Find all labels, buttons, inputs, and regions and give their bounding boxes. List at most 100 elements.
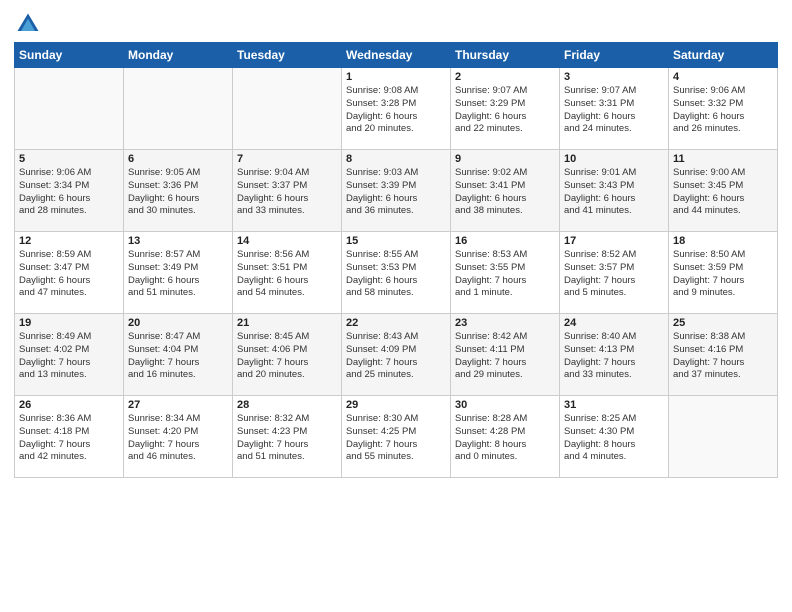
day-info: Sunrise: 8:34 AM Sunset: 4:20 PM Dayligh… bbox=[128, 413, 228, 464]
day-number: 28 bbox=[237, 399, 337, 411]
calendar-cell: 31 Sunrise: 8:25 AM Sunset: 4:30 PM Dayli… bbox=[560, 396, 669, 478]
day-info: Sunrise: 8:55 AM Sunset: 3:53 PM Dayligh… bbox=[346, 249, 446, 300]
calendar-cell: 7 Sunrise: 9:04 AM Sunset: 3:37 PM Daylig… bbox=[233, 150, 342, 232]
day-info: Sunrise: 8:42 AM Sunset: 4:11 PM Dayligh… bbox=[455, 331, 555, 382]
day-info: Sunrise: 8:38 AM Sunset: 4:16 PM Dayligh… bbox=[673, 331, 773, 382]
calendar-cell: 29Sunrise: 8:30 AM Sunset: 4:25 PM Dayli… bbox=[342, 396, 451, 478]
calendar-cell: 26 Sunrise: 8:36 AM Sunset: 4:18 PM Dayli… bbox=[15, 396, 124, 478]
day-info: Sunrise: 8:36 AM Sunset: 4:18 PM Dayligh… bbox=[19, 413, 119, 464]
day-info: Sunrise: 8:25 AM Sunset: 4:30 PM Dayligh… bbox=[564, 413, 664, 464]
day-number: 30 bbox=[455, 399, 555, 411]
day-number: 16 bbox=[455, 235, 555, 247]
weekday-header-tuesday: Tuesday bbox=[233, 43, 342, 68]
day-info: Sunrise: 8:53 AM Sunset: 3:55 PM Dayligh… bbox=[455, 249, 555, 300]
day-info: Sunrise: 9:07 AM Sunset: 3:29 PM Dayligh… bbox=[455, 85, 555, 136]
calendar-cell: 18 Sunrise: 8:50 AM Sunset: 3:59 PM Dayli… bbox=[669, 232, 778, 314]
day-number: 21 bbox=[237, 317, 337, 329]
day-info: Sunrise: 8:49 AM Sunset: 4:02 PM Dayligh… bbox=[19, 331, 119, 382]
calendar-cell: 23 Sunrise: 8:42 AM Sunset: 4:11 PM Dayli… bbox=[451, 314, 560, 396]
day-info: Sunrise: 9:03 AM Sunset: 3:39 PM Dayligh… bbox=[346, 167, 446, 218]
calendar-cell: 30 Sunrise: 8:28 AM Sunset: 4:28 PM Dayli… bbox=[451, 396, 560, 478]
day-info: Sunrise: 9:05 AM Sunset: 3:36 PM Dayligh… bbox=[128, 167, 228, 218]
calendar-cell: 21 Sunrise: 8:45 AM Sunset: 4:06 PM Dayli… bbox=[233, 314, 342, 396]
day-number: 8 bbox=[346, 153, 446, 165]
day-number: 11 bbox=[673, 153, 773, 165]
day-number: 10 bbox=[564, 153, 664, 165]
week-row-4: 26 Sunrise: 8:36 AM Sunset: 4:18 PM Dayli… bbox=[15, 396, 778, 478]
calendar-body: 1 Sunrise: 9:08 AM Sunset: 3:28 PM Daylig… bbox=[15, 68, 778, 478]
calendar-cell: 22Sunrise: 8:43 AM Sunset: 4:09 PM Dayli… bbox=[342, 314, 451, 396]
day-number: 20 bbox=[128, 317, 228, 329]
day-info: Sunrise: 9:08 AM Sunset: 3:28 PM Dayligh… bbox=[346, 85, 446, 136]
week-row-2: 12 Sunrise: 8:59 AM Sunset: 3:47 PM Dayli… bbox=[15, 232, 778, 314]
calendar-cell: 1 Sunrise: 9:08 AM Sunset: 3:28 PM Daylig… bbox=[342, 68, 451, 150]
day-info: Sunrise: 8:43 AM Sunset: 4:09 PM Dayligh… bbox=[346, 331, 446, 382]
calendar-cell: 24 Sunrise: 8:40 AM Sunset: 4:13 PM Dayli… bbox=[560, 314, 669, 396]
day-info: Sunrise: 8:30 AM Sunset: 4:25 PM Dayligh… bbox=[346, 413, 446, 464]
day-number: 15 bbox=[346, 235, 446, 247]
day-number: 4 bbox=[673, 71, 773, 83]
day-info: Sunrise: 8:40 AM Sunset: 4:13 PM Dayligh… bbox=[564, 331, 664, 382]
calendar-cell: 6 Sunrise: 9:05 AM Sunset: 3:36 PM Daylig… bbox=[124, 150, 233, 232]
week-row-0: 1 Sunrise: 9:08 AM Sunset: 3:28 PM Daylig… bbox=[15, 68, 778, 150]
day-info: Sunrise: 9:06 AM Sunset: 3:34 PM Dayligh… bbox=[19, 167, 119, 218]
day-number: 7 bbox=[237, 153, 337, 165]
day-info: Sunrise: 9:06 AM Sunset: 3:32 PM Dayligh… bbox=[673, 85, 773, 136]
calendar-cell: 25 Sunrise: 8:38 AM Sunset: 4:16 PM Dayli… bbox=[669, 314, 778, 396]
day-info: Sunrise: 9:02 AM Sunset: 3:41 PM Dayligh… bbox=[455, 167, 555, 218]
calendar-cell bbox=[233, 68, 342, 150]
day-info: Sunrise: 8:57 AM Sunset: 3:49 PM Dayligh… bbox=[128, 249, 228, 300]
day-number: 25 bbox=[673, 317, 773, 329]
calendar-cell: 11 Sunrise: 9:00 AM Sunset: 3:45 PM Dayli… bbox=[669, 150, 778, 232]
weekday-header-sunday: Sunday bbox=[15, 43, 124, 68]
calendar-cell: 28 Sunrise: 8:32 AM Sunset: 4:23 PM Dayli… bbox=[233, 396, 342, 478]
calendar-cell: 12 Sunrise: 8:59 AM Sunset: 3:47 PM Dayli… bbox=[15, 232, 124, 314]
day-number: 13 bbox=[128, 235, 228, 247]
header bbox=[14, 10, 778, 38]
week-row-1: 5 Sunrise: 9:06 AM Sunset: 3:34 PM Daylig… bbox=[15, 150, 778, 232]
calendar-cell: 3Sunrise: 9:07 AM Sunset: 3:31 PM Daylig… bbox=[560, 68, 669, 150]
day-number: 23 bbox=[455, 317, 555, 329]
day-info: Sunrise: 8:32 AM Sunset: 4:23 PM Dayligh… bbox=[237, 413, 337, 464]
day-number: 24 bbox=[564, 317, 664, 329]
day-info: Sunrise: 8:47 AM Sunset: 4:04 PM Dayligh… bbox=[128, 331, 228, 382]
calendar-cell: 10 Sunrise: 9:01 AM Sunset: 3:43 PM Dayli… bbox=[560, 150, 669, 232]
logo bbox=[14, 10, 46, 38]
calendar-cell bbox=[669, 396, 778, 478]
day-info: Sunrise: 9:01 AM Sunset: 3:43 PM Dayligh… bbox=[564, 167, 664, 218]
day-info: Sunrise: 8:59 AM Sunset: 3:47 PM Dayligh… bbox=[19, 249, 119, 300]
day-number: 19 bbox=[19, 317, 119, 329]
weekday-header-row: SundayMondayTuesdayWednesdayThursdayFrid… bbox=[15, 43, 778, 68]
day-number: 18 bbox=[673, 235, 773, 247]
calendar-cell: 15 Sunrise: 8:55 AM Sunset: 3:53 PM Dayli… bbox=[342, 232, 451, 314]
weekday-header-monday: Monday bbox=[124, 43, 233, 68]
day-number: 1 bbox=[346, 71, 446, 83]
day-number: 31 bbox=[564, 399, 664, 411]
calendar-cell: 19 Sunrise: 8:49 AM Sunset: 4:02 PM Dayli… bbox=[15, 314, 124, 396]
calendar-cell: 17Sunrise: 8:52 AM Sunset: 3:57 PM Dayli… bbox=[560, 232, 669, 314]
day-number: 17 bbox=[564, 235, 664, 247]
day-number: 9 bbox=[455, 153, 555, 165]
day-info: Sunrise: 9:07 AM Sunset: 3:31 PM Dayligh… bbox=[564, 85, 664, 136]
day-info: Sunrise: 8:50 AM Sunset: 3:59 PM Dayligh… bbox=[673, 249, 773, 300]
calendar-cell: 20 Sunrise: 8:47 AM Sunset: 4:04 PM Dayli… bbox=[124, 314, 233, 396]
day-number: 26 bbox=[19, 399, 119, 411]
day-number: 12 bbox=[19, 235, 119, 247]
weekday-header-friday: Friday bbox=[560, 43, 669, 68]
day-info: Sunrise: 9:04 AM Sunset: 3:37 PM Dayligh… bbox=[237, 167, 337, 218]
day-info: Sunrise: 8:45 AM Sunset: 4:06 PM Dayligh… bbox=[237, 331, 337, 382]
calendar-cell: 14 Sunrise: 8:56 AM Sunset: 3:51 PM Dayli… bbox=[233, 232, 342, 314]
weekday-header-thursday: Thursday bbox=[451, 43, 560, 68]
calendar-cell: 13 Sunrise: 8:57 AM Sunset: 3:49 PM Dayli… bbox=[124, 232, 233, 314]
calendar-cell bbox=[124, 68, 233, 150]
calendar-cell: 27 Sunrise: 8:34 AM Sunset: 4:20 PM Dayli… bbox=[124, 396, 233, 478]
calendar-cell: 8 Sunrise: 9:03 AM Sunset: 3:39 PM Daylig… bbox=[342, 150, 451, 232]
day-number: 27 bbox=[128, 399, 228, 411]
day-info: Sunrise: 8:28 AM Sunset: 4:28 PM Dayligh… bbox=[455, 413, 555, 464]
day-info: Sunrise: 8:56 AM Sunset: 3:51 PM Dayligh… bbox=[237, 249, 337, 300]
day-number: 5 bbox=[19, 153, 119, 165]
day-number: 14 bbox=[237, 235, 337, 247]
calendar-table: SundayMondayTuesdayWednesdayThursdayFrid… bbox=[14, 42, 778, 478]
day-number: 6 bbox=[128, 153, 228, 165]
day-info: Sunrise: 9:00 AM Sunset: 3:45 PM Dayligh… bbox=[673, 167, 773, 218]
